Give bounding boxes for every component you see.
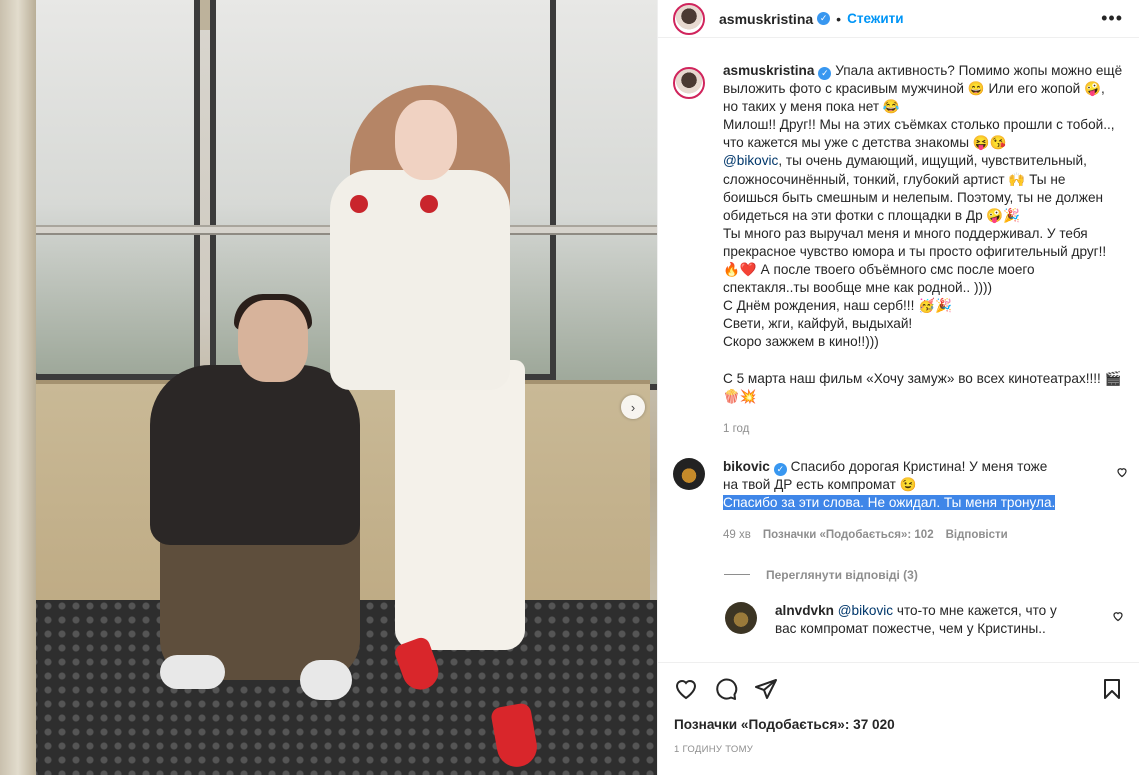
view-replies-label: Переглянути відповіді (3) [766,567,918,582]
caption-line: прекрасное чувство юмора и ты просто офи… [723,243,1107,259]
photo-flower [420,195,438,213]
caption: asmuskristina ✓ Упала активность? Помимо … [658,62,1139,438]
comment-selected-text: Спасибо за эти слова. Не ожидал. Ты меня… [723,494,1056,510]
mention-link[interactable]: @bikovic [723,153,778,168]
post-header: asmuskristina ✓ • Стежити ••• [658,0,1139,38]
avatar[interactable] [673,67,705,99]
comment-author[interactable]: bikovic [723,459,770,474]
photo-rail [0,225,657,235]
caption-line: asmuskristina ✓ Упала активность? Помимо … [723,62,1123,80]
caption-line: боишься быть смешным и нелепым. Поэтому,… [723,189,1104,205]
photo-woman-face [395,100,457,180]
like-count[interactable]: Позначки «Подобається»: 37 020 [658,703,1139,732]
action-icons [658,663,1139,703]
caption-line [723,352,1123,370]
caption-time: 1 год [723,422,750,435]
caption-author[interactable]: asmuskristina [723,63,814,78]
follow-button[interactable]: Стежити [847,11,903,26]
verified-icon: ✓ [817,12,831,25]
caption-line: Скоро зажжем в кино!!))) [723,334,879,350]
avatar[interactable] [673,2,705,35]
verified-icon: ✓ [773,462,787,476]
caption-line: Свети, жги, кайфуй, выдыхай! [723,316,913,332]
comment-text: Спасибо дорогая Кристина! У меня тоже на… [723,458,1048,492]
photo-woman-skirt [395,360,525,650]
avatar[interactable] [725,601,757,634]
heart-icon[interactable] [1116,466,1128,478]
view-replies-button[interactable]: Переглянути відповіді (3) [724,568,1139,582]
photo-shoe [160,655,225,689]
reply-button[interactable]: Відповісти [946,526,1008,544]
reply-comment: alnvdvkn @bikovic что-то мне кажется, чт… [710,601,1139,638]
bookmark-icon[interactable] [1100,677,1124,701]
mention-link[interactable]: @bikovic [838,603,893,618]
replies-divider [724,574,750,576]
comment-icon[interactable] [714,677,738,701]
comment-time: 49 хв [723,528,751,541]
post-panel: asmuskristina ✓ • Стежити ••• asmuskrist… [657,0,1139,775]
caption-line: @bikovic, ты очень думающий, ищущий, чув… [723,152,1123,170]
photo-pole [0,0,36,775]
comment: bikovic ✓ Спасибо дорогая Кристина! У мен… [658,457,1139,544]
caption-line: Милош!! Друг!! Мы на этих съёмках стольк… [723,117,1115,133]
caption-text: asmuskristina ✓ Упала активность? Помимо … [723,62,1123,438]
caption-line: сложносочинённый, тонкий, глубокий артис… [723,171,1066,187]
comment-author[interactable]: alnvdvkn [775,603,834,618]
more-options-icon[interactable]: ••• [1101,8,1123,29]
caption-line: выложить фото с красивым мужчиной 😄 Или … [723,81,1105,97]
avatar[interactable] [673,457,705,490]
post-actions: Позначки «Подобається»: 37 020 1 ГОДИНУ … [658,662,1139,775]
photo-window [30,0,200,380]
comment-body: bikovic ✓ Спасибо дорогая Кристина! У мен… [723,458,1063,544]
caption-line: но таких у меня пока нет 😂 [723,99,900,115]
photo-flower [350,195,368,213]
caption-line: обидеться на эти фотки с площадки в Др 🤪… [723,207,1021,223]
share-icon[interactable] [754,677,778,701]
comments-area[interactable]: asmuskristina ✓ Упала активность? Помимо … [658,62,1139,662]
caption-line: 🔥❤️ А после твоего объёмного смс после м… [723,262,1035,278]
heart-icon[interactable] [1112,610,1124,622]
photo-man-head [238,300,308,382]
carousel-next-button[interactable]: › [621,395,645,419]
photo-shoe [300,660,352,700]
heart-icon[interactable] [674,677,698,701]
caption-line: что кажется мы уже с детства знакомы 😝😘 [723,135,1007,151]
caption-line-text: , ты очень думающий, ищущий, чувствитель… [778,153,1087,169]
caption-line: Ты много раз выручал меня и много поддер… [723,225,1088,241]
verified-icon: ✓ [818,67,832,80]
comment-meta: 49 хв Позначки «Подобається»: 102 Відпов… [723,526,1063,544]
caption-line: спектакля..ты вообще мне как родной.. ))… [723,280,993,296]
separator-dot: • [836,10,842,27]
post-time: 1 ГОДИНУ ТОМУ [674,744,754,755]
photo-window [550,0,657,390]
caption-line: С 5 марта наш фильм «Хочу замуж» во всех… [723,370,1122,386]
caption-line: 🍿💥 [723,388,757,404]
post-author[interactable]: asmuskristina [719,11,813,27]
post-photo: › [0,0,657,775]
comment-body: alnvdvkn @bikovic что-то мне кажется, чт… [775,602,1075,638]
caption-line-text: Упала активность? Помимо жопы можно ещё [835,63,1123,78]
comment-likes[interactable]: Позначки «Подобається»: 102 [763,526,934,544]
photo-man-jacket [150,365,360,545]
caption-line: С Днём рождения, наш серб!!! 🥳🎉 [723,298,952,314]
